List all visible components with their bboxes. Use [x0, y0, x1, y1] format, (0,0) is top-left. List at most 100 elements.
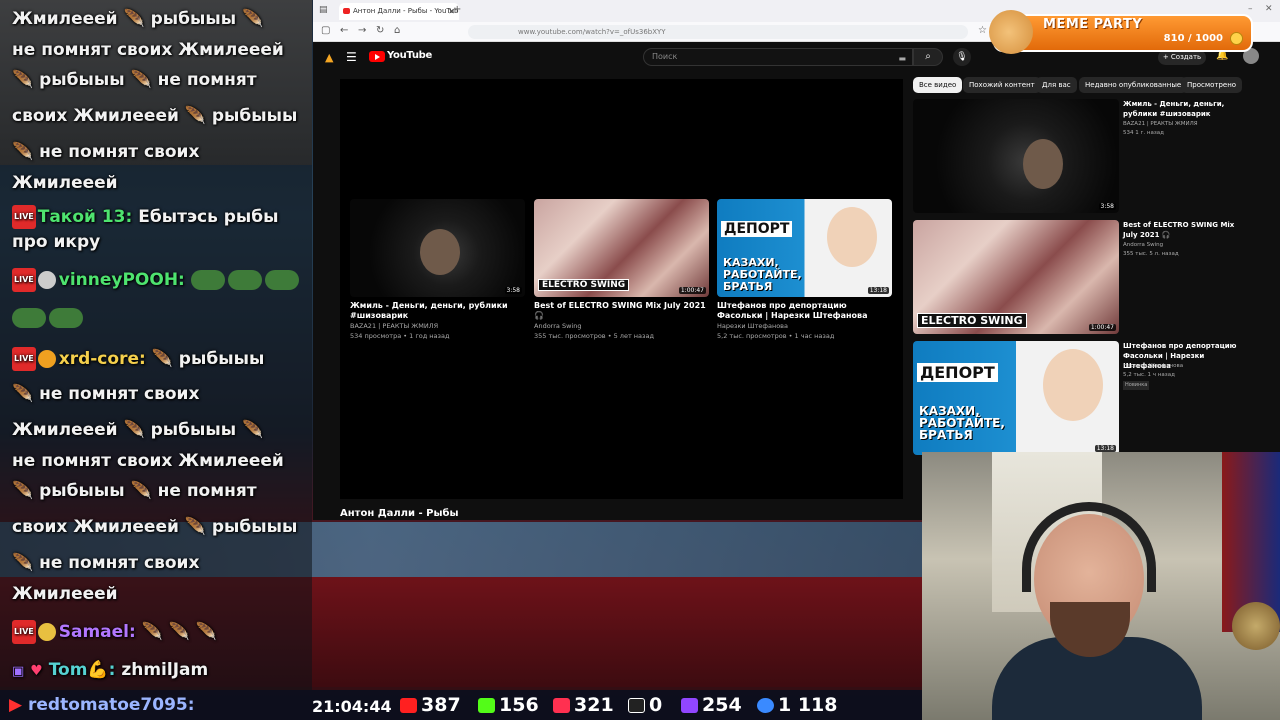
video-thumbnail[interactable]: ELECTRO SWING 1:00:47: [534, 199, 709, 297]
close-window-icon[interactable]: ✕: [1265, 4, 1273, 14]
browser-window: ▤ Антон Далли - Рыбы - YouTube ✕ + – ✕ ▢…: [313, 0, 1280, 520]
video-meta: 534 1 г. назад: [1123, 130, 1164, 136]
chat-line: своих Жмилееей 🪶 рыбыыы: [12, 106, 298, 126]
channel-name[interactable]: BAZA21 | РЕАКТЫ ЖМИЛЯ: [350, 321, 525, 331]
thumbnail-caption: КАЗАХИ, РАБОТАЙТЕ, БРАТЬЯ: [919, 404, 1005, 442]
video-title[interactable]: Best of ELECTRO SWING Mix July 2021 🎧: [534, 301, 709, 321]
thumbnail-label: ДЕПОРТ: [917, 363, 998, 382]
video-title[interactable]: Штефанов про депортацию Фасольки | Нарез…: [717, 301, 892, 321]
reload-icon[interactable]: ↻: [376, 25, 384, 36]
video-thumbnail[interactable]: 3:58: [350, 199, 525, 297]
channel-name[interactable]: BAZA21 | РЕАКТЫ ЖМИЛЯ: [1123, 120, 1238, 129]
thumbnail-person: [1043, 349, 1103, 421]
thumbnail-label: ELECTRO SWING: [538, 279, 630, 291]
new-badge: Новинка: [1123, 381, 1150, 390]
endcard-video[interactable]: ELECTRO SWING 1:00:47 Best of ELECTRO SW…: [534, 199, 709, 341]
youtube-logo-text[interactable]: YouTube: [387, 50, 432, 61]
video-meta: 534 просмотра • 1 год назад: [350, 332, 450, 340]
chip-recent[interactable]: Недавно опубликованные: [1079, 77, 1188, 93]
channel-name[interactable]: Andorra Swing: [1123, 241, 1238, 250]
chat-line: не помнят своих Жмилееей: [12, 40, 284, 60]
rutube-viewers: 0: [628, 694, 662, 716]
video-duration: 1:00:47: [1088, 324, 1116, 331]
live-badge: LIVE: [12, 347, 36, 371]
youtube-favicon-icon: [343, 8, 350, 14]
search-input[interactable]: Поиск ▬: [643, 48, 913, 66]
new-tab-button[interactable]: +: [453, 4, 461, 15]
keyboard-icon[interactable]: ▬: [898, 51, 906, 67]
minimize-icon[interactable]: –: [1248, 4, 1253, 14]
chat-message: ▣ ♥ Tom💪: zhmilJam: [12, 659, 312, 683]
chat-username: ▶ redtomatoe7095:: [9, 695, 195, 715]
warning-icon: ▲: [325, 51, 334, 64]
channel-name[interactable]: Нарезки Штефанова: [717, 321, 892, 331]
thumbnail-person: [827, 207, 877, 267]
create-button[interactable]: + Создать: [1158, 50, 1206, 65]
video-thumbnail[interactable]: ELECTRO SWING 1:00:47: [913, 220, 1119, 334]
chat-username: vinneyPOOH:: [58, 270, 185, 290]
chip-for-you[interactable]: Для вас: [1036, 77, 1077, 93]
menu-icon[interactable]: ☰: [346, 50, 357, 64]
chat-message: LIVE Такой 13: Ебытэсь рыбы: [12, 205, 312, 229]
chat-line: 🪶 не помнят своих: [12, 142, 200, 162]
vk-live-viewers: 321: [553, 694, 614, 716]
filter-chips: Все видео Похожий контент Для вас Недавн…: [913, 77, 1280, 95]
chat-line: Жмилееей: [12, 173, 118, 193]
video-duration: 13:18: [1094, 445, 1116, 452]
endcard-video[interactable]: 3:58 Жмиль - Деньги, деньги, рублики #ши…: [350, 199, 525, 341]
bookmark-icon[interactable]: ▢: [321, 25, 330, 36]
search-placeholder: Поиск: [652, 52, 678, 61]
live-icon: [553, 698, 570, 713]
chat-text: 🪶 🪶 🪶: [141, 622, 218, 642]
meme-party-title: MEME PARTY: [1043, 17, 1143, 32]
user-icon: [757, 698, 774, 713]
page-title: Антон Далли - Рыбы: [340, 508, 459, 519]
youtube-icon: ▶: [9, 695, 23, 715]
chat-username: xrd-core:: [58, 349, 146, 369]
video-thumbnail[interactable]: ДЕПОРТ КАЗАХИ, РАБОТАЙТЕ, БРАТЬЯ 13:18: [717, 199, 892, 297]
chat-line: не помнят своих Жмилееей: [12, 451, 284, 471]
channel-name[interactable]: Andorra Swing: [534, 321, 709, 331]
avatar: [37, 623, 56, 641]
microphone-icon[interactable]: 🎙: [953, 48, 971, 66]
chat-username: Такой 13:: [37, 207, 133, 227]
chip-watched[interactable]: Просмотрено: [1181, 77, 1243, 93]
video-meta: 355 тыс. 5 л. назад: [1123, 251, 1179, 257]
back-icon[interactable]: ←: [340, 25, 348, 36]
tab-title: Антон Далли - Рыбы - YouTube: [353, 7, 459, 15]
forward-icon[interactable]: →: [358, 25, 366, 36]
video-thumbnail[interactable]: ДЕПОРТ КАЗАХИ, РАБОТАЙТЕ, БРАТЬЯ 13:18: [913, 341, 1119, 455]
video-title[interactable]: Жмиль - Деньги, деньги, рублики #шизовар…: [1123, 99, 1238, 119]
browser-tab[interactable]: Антон Далли - Рыбы - YouTube ✕: [339, 3, 459, 20]
search-button[interactable]: ⌕: [913, 48, 943, 66]
thumbnail-caption: КАЗАХИ, РАБОТАЙТЕ, БРАТЬЯ: [723, 256, 802, 293]
chat-message: LIVE Samael: 🪶 🪶 🪶: [12, 620, 312, 644]
chip-similar[interactable]: Похожий контент: [963, 77, 1041, 93]
frog-emote-icon: [264, 270, 299, 290]
address-bar[interactable]: www.youtube.com/watch?v=_ofUs36bXYY: [468, 25, 968, 39]
chip-all[interactable]: Все видео: [913, 77, 963, 93]
endcard-video[interactable]: ДЕПОРТ КАЗАХИ, РАБОТАЙТЕ, БРАТЬЯ 13:18 Ш…: [717, 199, 892, 341]
video-title[interactable]: Жмиль - Деньги, деньги, рублики #шизовар…: [350, 301, 525, 321]
video-meta: 5,2 тыс. просмотров • 1 час назад: [717, 332, 835, 340]
doge-icon: [989, 10, 1033, 54]
chat-message: LIVE vinneyPOOH:: [12, 268, 312, 292]
chat-line: Жмилееей 🪶 рыбыыы 🪶: [12, 420, 264, 440]
frog-emote-icon: [49, 308, 83, 328]
chat-username: Tom💪:: [48, 660, 116, 680]
video-duration: 3:58: [504, 287, 522, 294]
sidebar-toggle-icon[interactable]: ▤: [319, 5, 328, 15]
star-icon[interactable]: ☆: [978, 25, 987, 36]
home-icon[interactable]: ⌂: [394, 25, 400, 36]
stream-overlay: Жмилееей 🪶 рыбыыы 🪶 не помнят своих Жмил…: [0, 0, 1280, 720]
youtube-logo-icon[interactable]: [369, 51, 385, 62]
video-meta: 5,2 тыс. 1 ч назад: [1123, 372, 1175, 378]
frog-emote-icon: [190, 270, 225, 290]
video-thumbnail[interactable]: 3:58: [913, 99, 1119, 213]
video-title[interactable]: Best of ELECTRO SWING Mix July 2021 🎧: [1123, 220, 1238, 240]
chat-line: 🪶 рыбыыы 🪶 не помнят: [12, 481, 257, 501]
channel-name[interactable]: Нарезки Штефанова: [1123, 362, 1238, 371]
video-player[interactable]: 3:58 Жмиль - Деньги, деньги, рублики #ши…: [340, 79, 903, 499]
twitch-icon: [681, 698, 698, 713]
meme-party-score: 810 / 1000: [1163, 33, 1223, 44]
